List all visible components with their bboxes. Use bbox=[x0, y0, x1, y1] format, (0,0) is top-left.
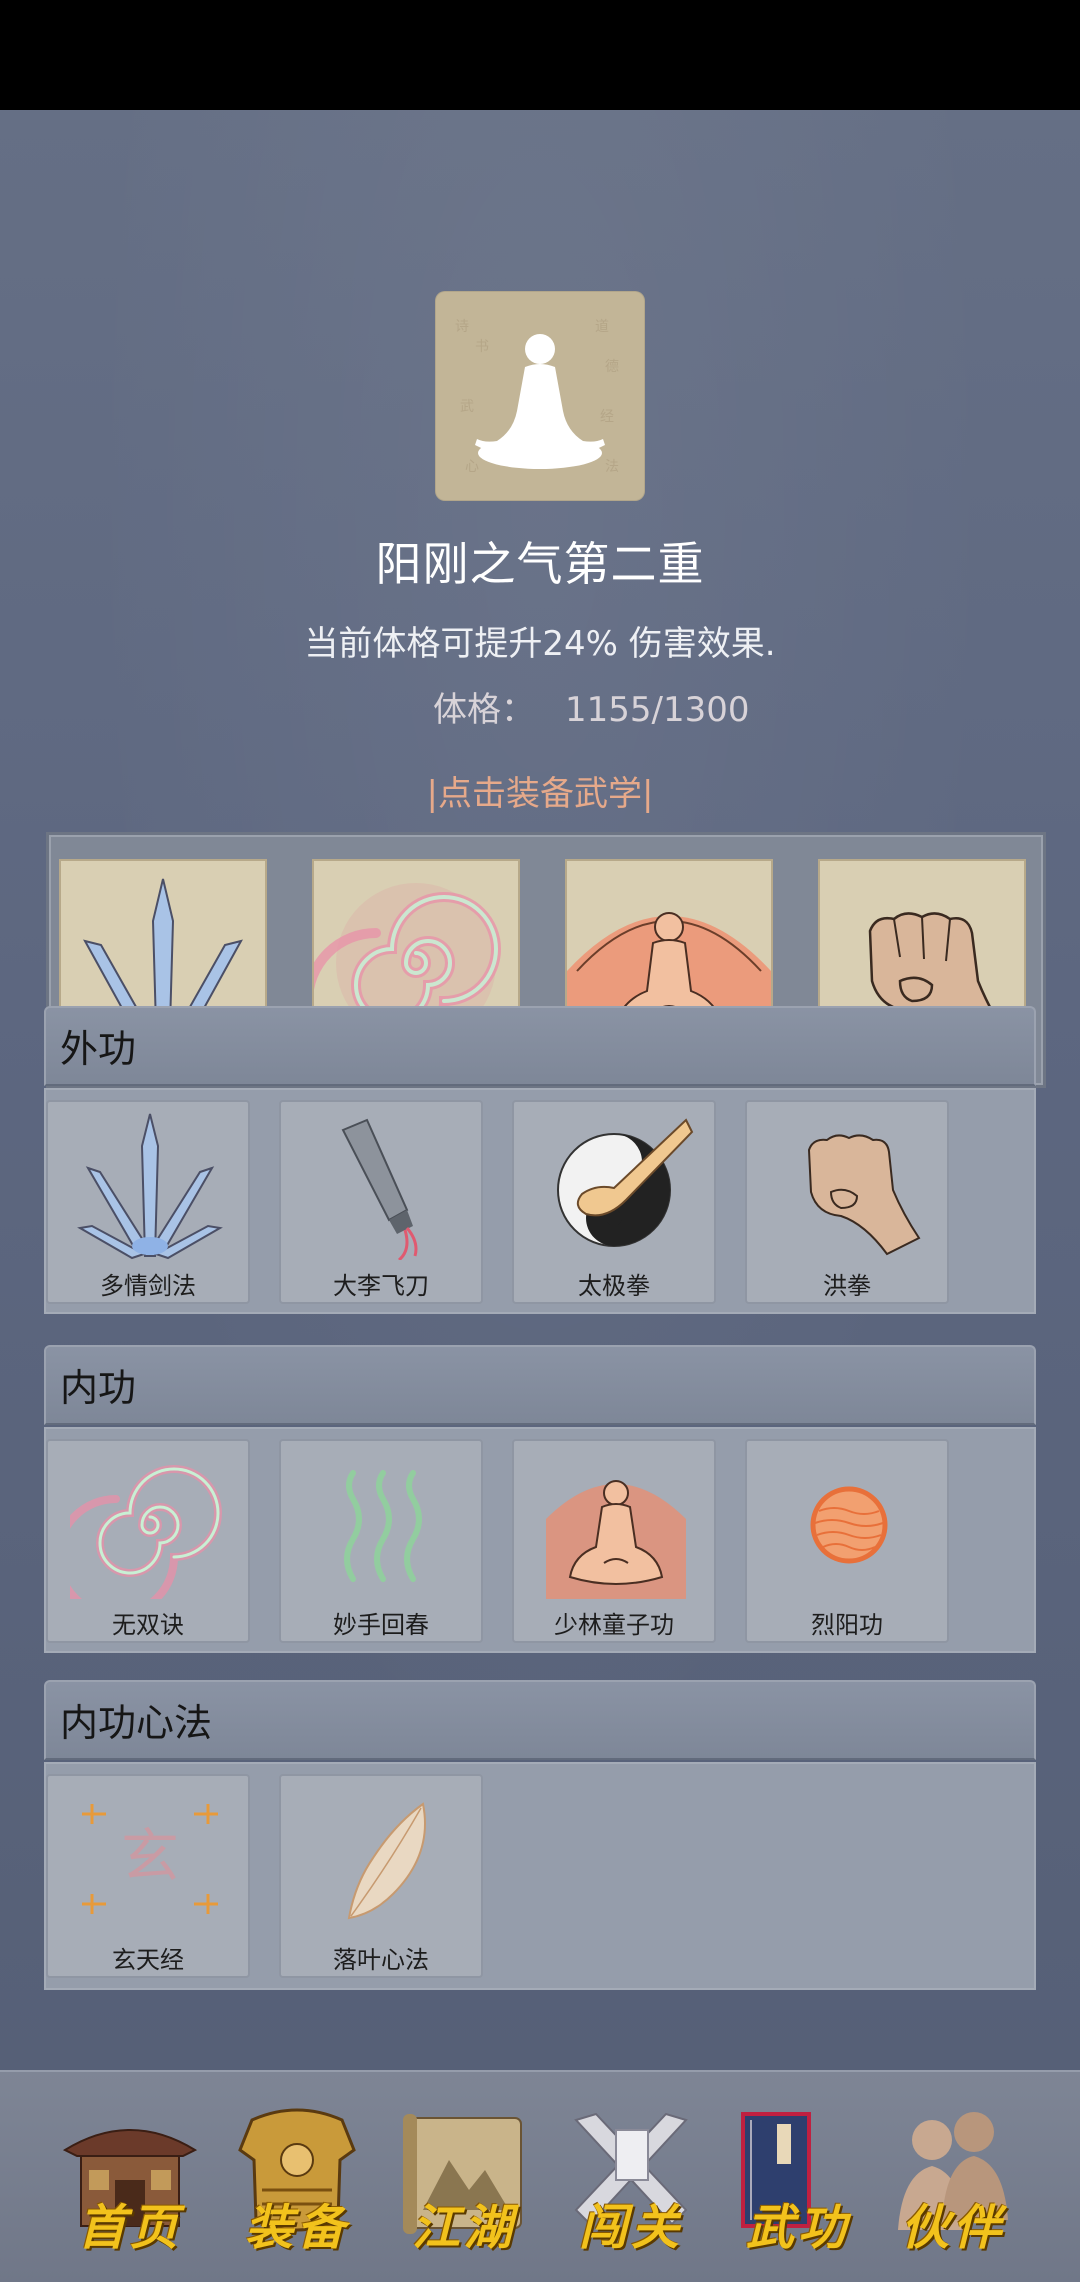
skill-item[interactable]: 少林童子功 bbox=[512, 1439, 716, 1643]
svg-text:法: 法 bbox=[605, 459, 619, 475]
xuan-scripture-icon: 玄 bbox=[82, 1804, 218, 1914]
nav-label: 闯关 bbox=[578, 2200, 683, 2256]
section-header: 外功 bbox=[44, 1006, 1036, 1086]
skill-item[interactable]: 落叶心法 bbox=[279, 1774, 483, 1978]
skill-label: 无双诀 bbox=[112, 1611, 184, 1639]
martial-arts-screen: 诗书 道 德武经 心 法 阳刚之气第二重 当前体格可提升24% 伤害效果. 体格： 1… bbox=[0, 110, 1080, 2070]
svg-text:诗: 诗 bbox=[455, 319, 469, 335]
section-header: 内功 bbox=[44, 1345, 1036, 1425]
spiral-qi-icon bbox=[70, 1465, 222, 1599]
skill-item[interactable]: 洪拳 bbox=[745, 1100, 949, 1304]
healing-waves-icon bbox=[344, 1470, 422, 1582]
nav-label: 武功 bbox=[745, 2200, 850, 2256]
skill-label: 玄天经 bbox=[112, 1946, 184, 1974]
skill-item[interactable]: 大李飞刀 bbox=[279, 1100, 483, 1304]
flying-knife-icon bbox=[341, 1118, 418, 1260]
status-bar bbox=[0, 0, 1080, 110]
section-title: 内功 bbox=[60, 1366, 137, 1410]
nav-label: 江湖 bbox=[411, 2200, 516, 2256]
equip-hint-link[interactable]: |点击装备武学| bbox=[0, 766, 1080, 815]
svg-text:德: 德 bbox=[605, 359, 619, 375]
skill-label: 少林童子功 bbox=[554, 1611, 674, 1639]
skill-label: 妙手回春 bbox=[333, 1611, 429, 1639]
mind-method-section: 内功心法 玄 玄天经 落叶心法 bbox=[44, 1680, 1036, 2004]
nav-item-jianghu[interactable]: 江湖 bbox=[389, 2100, 539, 2260]
skill-label: 多情剑法 bbox=[100, 1272, 196, 1300]
svg-text:心: 心 bbox=[465, 459, 479, 475]
bottom-nav: 首页 装备 江湖 闯关 武功 伙伴 bbox=[0, 2070, 1080, 2282]
section-grid: 玄 玄天经 落叶心法 bbox=[44, 1762, 1036, 1990]
skill-item[interactable]: 多情剑法 bbox=[46, 1100, 250, 1304]
falling-leaf-icon bbox=[347, 1802, 426, 1920]
nav-label: 装备 bbox=[244, 2200, 349, 2256]
external-skills-section: 外功 多情剑法 大李飞刀 太极拳 洪拳 bbox=[44, 1006, 1036, 1330]
skill-label: 烈阳功 bbox=[811, 1611, 883, 1639]
meditation-avatar: 诗书 道 德武经 心 法 bbox=[435, 291, 645, 501]
effect-description: 当前体格可提升24% 伤害效果. bbox=[304, 624, 776, 664]
nav-label: 首页 bbox=[77, 2200, 182, 2256]
meditating-figure-icon: 诗书 道 德武经 心 法 bbox=[455, 319, 619, 475]
skill-item[interactable]: 太极拳 bbox=[512, 1100, 716, 1304]
nav-label: 伙伴 bbox=[900, 2200, 1005, 2256]
constitution-stat: 体格： 1155/1300 bbox=[433, 682, 750, 731]
page-title: 阳刚之气第二重 bbox=[375, 537, 705, 591]
skill-label: 洪拳 bbox=[823, 1272, 871, 1300]
skill-label: 落叶心法 bbox=[333, 1946, 429, 1974]
stat-label: 体格： bbox=[433, 690, 535, 730]
skill-item[interactable]: 无双诀 bbox=[46, 1439, 250, 1643]
skill-item[interactable]: 烈阳功 bbox=[745, 1439, 949, 1643]
nav-item-equipment[interactable]: 装备 bbox=[222, 2100, 372, 2260]
section-title: 外功 bbox=[60, 1027, 137, 1071]
internal-skills-section: 内功 无双诀 妙手回春 少林童子功 烈阳功 bbox=[44, 1345, 1036, 1669]
nav-item-companions[interactable]: 伙伴 bbox=[878, 2100, 1028, 2260]
skill-label: 太极拳 bbox=[578, 1272, 650, 1300]
meditating-monk-icon bbox=[546, 1480, 686, 1599]
sun-orb-icon bbox=[810, 1486, 888, 1564]
section-grid: 多情剑法 大李飞刀 太极拳 洪拳 bbox=[44, 1088, 1036, 1314]
section-header: 内功心法 bbox=[44, 1680, 1036, 1760]
svg-text:道: 道 bbox=[595, 319, 609, 335]
fist-icon bbox=[807, 1134, 921, 1256]
svg-text:经: 经 bbox=[600, 409, 614, 425]
stat-value: 1155/1300 bbox=[565, 690, 750, 730]
skill-label: 大李飞刀 bbox=[333, 1272, 429, 1300]
svg-text:武: 武 bbox=[460, 399, 474, 415]
nav-item-martial-arts[interactable]: 武功 bbox=[723, 2100, 873, 2260]
nav-item-challenge[interactable]: 闯关 bbox=[556, 2100, 706, 2260]
skill-item[interactable]: 妙手回春 bbox=[279, 1439, 483, 1643]
svg-text:书: 书 bbox=[475, 339, 489, 355]
nav-item-home[interactable]: 首页 bbox=[55, 2100, 205, 2260]
skill-item[interactable]: 玄 玄天经 bbox=[46, 1774, 250, 1978]
section-title: 内功心法 bbox=[60, 1701, 213, 1745]
sword-fan-icon bbox=[77, 1113, 223, 1260]
taiji-icon bbox=[557, 1118, 694, 1247]
scripture-glyph: 玄 bbox=[121, 1822, 179, 1890]
section-grid: 无双诀 妙手回春 少林童子功 烈阳功 bbox=[44, 1427, 1036, 1653]
